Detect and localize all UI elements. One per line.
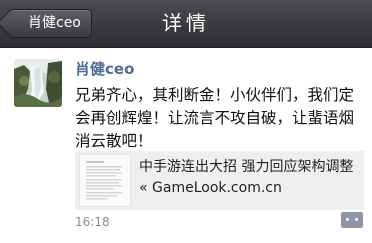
author-name[interactable]: 肖健ceo xyxy=(75,58,134,80)
comment-dot xyxy=(346,218,349,221)
page-title: 详情 xyxy=(162,11,210,35)
navigation-bar: 肖健ceo 详情 xyxy=(0,0,372,48)
comment-dot xyxy=(355,218,358,221)
post-text: 兄弟齐心，其利断金！小伙伴们，我们定会再创辉煌！让流言不攻自破，让蜚语烟消云散吧… xyxy=(75,86,355,150)
document-thumbnail-icon xyxy=(86,161,122,200)
link-title: 中手游连出大招 强力回应架构调整 « GameLook.com.cn xyxy=(139,159,354,196)
shared-link-card[interactable]: 中手游连出大招 强力回应架构调整 « GameLook.com.cn xyxy=(75,151,364,210)
avatar[interactable] xyxy=(14,59,62,107)
post-timestamp: 16:18 xyxy=(75,215,110,229)
comment-bubble-icon[interactable] xyxy=(341,212,363,228)
link-thumbnail xyxy=(79,154,131,207)
avatar-landscape-image xyxy=(14,59,62,107)
